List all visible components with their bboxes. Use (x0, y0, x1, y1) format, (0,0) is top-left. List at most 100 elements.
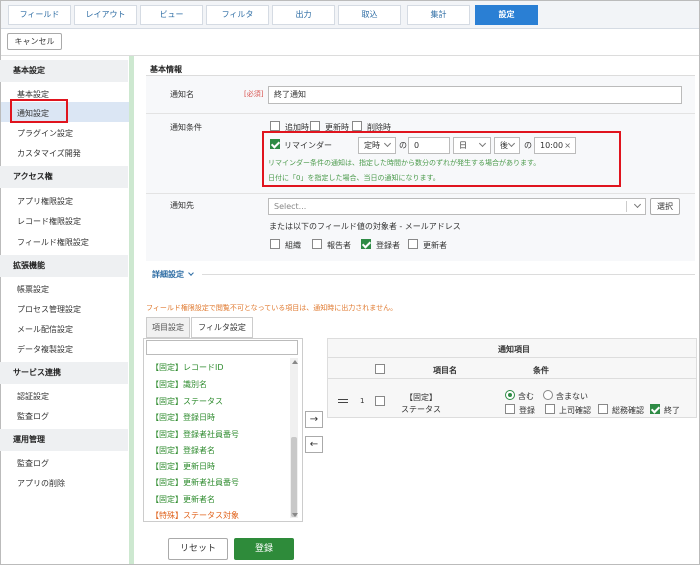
list-item[interactable]: 【固定】レコードID (151, 362, 224, 373)
status-done-checkbox[interactable] (650, 404, 660, 414)
tab-view[interactable]: ビュー (140, 5, 203, 25)
dest-creator-checkbox[interactable] (361, 239, 371, 249)
status-registered-checkbox[interactable] (505, 404, 515, 414)
cond-add-checkbox[interactable] (270, 121, 280, 131)
sidebar-item-data-copy[interactable]: データ複製設定 (17, 344, 73, 355)
list-item[interactable]: 【特殊】ステータス対象 (151, 510, 239, 521)
sidebar-item-audit-log-1[interactable]: 監査ログ (17, 411, 49, 422)
scroll-thumb[interactable] (291, 437, 297, 517)
status-admin-check-checkbox[interactable] (598, 404, 608, 414)
reset-button[interactable]: リセット (168, 538, 228, 560)
chevron-down-icon (187, 270, 194, 276)
name-label: 通知名 (170, 90, 194, 99)
status-done-label: 終了 (664, 406, 680, 415)
destination-select[interactable]: Select... (268, 198, 646, 215)
tab-filter-settings[interactable]: フィルタ設定 (191, 317, 253, 338)
sidebar-item-forms[interactable]: 帳票設定 (17, 284, 49, 295)
tab-aggregate[interactable]: 集計 (407, 5, 470, 25)
list-item[interactable]: 【固定】ステータス (151, 396, 223, 407)
sidebar-item-app-delete[interactable]: アプリの削除 (17, 478, 65, 489)
move-left-button[interactable]: ← (305, 436, 323, 453)
row-number: 1 (360, 397, 365, 405)
tab-fields[interactable]: フィールド (8, 5, 71, 25)
select-separator (626, 201, 627, 212)
status-boss-check-checkbox[interactable] (545, 404, 555, 414)
tab-export[interactable]: 出力 (272, 5, 335, 25)
list-item[interactable]: 【固定】更新日時 (151, 461, 215, 472)
cond-delete-checkbox[interactable] (352, 121, 362, 131)
include-radio[interactable] (505, 390, 515, 400)
sidebar-section-operations: 運用管理 (0, 429, 128, 451)
advanced-settings-toggle[interactable]: 詳細設定 (152, 269, 194, 280)
condition-label: 通知条件 (170, 123, 202, 132)
status-registered-label: 登録 (519, 406, 535, 415)
sidebar-item-mail-delivery[interactable]: メール配信設定 (17, 324, 73, 335)
sidebar-item-auth[interactable]: 認証設定 (17, 391, 49, 402)
dest-reporter-label: 報告者 (327, 241, 351, 250)
sidebar-item-field-permission[interactable]: フィールド権限設定 (17, 237, 89, 248)
sidebar-edge (129, 56, 134, 564)
move-right-button[interactable]: → (305, 411, 323, 428)
sidebar-section-extensions: 拡張機能 (0, 255, 128, 277)
highlight-box-reminder (262, 131, 621, 187)
list-item[interactable]: 【固定】識別名 (151, 379, 207, 390)
include-label: 含む (518, 392, 534, 401)
tab-import[interactable]: 取込 (338, 5, 401, 25)
col-header-name: 項目名 (433, 366, 457, 375)
chevron-down-icon (633, 200, 642, 209)
required-badge: [必須] (244, 90, 264, 98)
sidebar-section-service: サービス連携 (0, 362, 128, 384)
permission-note: フィールド権限設定で閲覧不可となっている項目は、通知時に出力されません。 (146, 304, 398, 312)
destination-field-text: または以下のフィールド値の対象者 - メールアドレス (269, 222, 461, 231)
advanced-divider (202, 274, 695, 275)
dest-creator-label: 登録者 (376, 241, 400, 250)
cond-update-checkbox[interactable] (310, 121, 320, 131)
select-all-checkbox[interactable] (375, 364, 385, 374)
col-header-condition: 条件 (533, 366, 549, 375)
list-item[interactable]: 【固定】登録者社員番号 (151, 429, 239, 440)
sidebar-item-audit-log-2[interactable]: 監査ログ (17, 458, 49, 469)
section-title: 基本情報 (150, 65, 182, 74)
sidebar-item-plugin-settings[interactable]: プラグイン設定 (17, 128, 73, 139)
tab-settings[interactable]: 設定 (475, 5, 538, 25)
sidebar-item-app-permission[interactable]: アプリ権限設定 (17, 196, 73, 207)
list-item[interactable]: 【固定】更新者名 (151, 494, 215, 505)
exclude-radio[interactable] (543, 390, 553, 400)
dest-org-label: 組織 (285, 241, 301, 250)
drag-handle-icon[interactable] (338, 399, 348, 400)
tab-layout[interactable]: レイアウト (74, 5, 137, 25)
destination-select-button[interactable]: 選択 (650, 198, 680, 215)
register-button[interactable]: 登録 (234, 538, 294, 560)
row-checkbox[interactable] (375, 396, 385, 406)
sidebar-item-record-permission[interactable]: レコード権限設定 (17, 216, 81, 227)
tab-item-settings[interactable]: 項目設定 (146, 317, 190, 338)
cancel-button[interactable]: キャンセル (7, 33, 62, 50)
status-boss-check-label: 上司確認 (559, 406, 591, 415)
row-name: ステータス (401, 405, 441, 414)
table-header-divider (327, 378, 697, 379)
row-divider (146, 113, 695, 114)
field-search-input[interactable] (146, 340, 298, 355)
status-admin-check-label: 総務確認 (612, 406, 644, 415)
dest-org-checkbox[interactable] (270, 239, 280, 249)
tab-filter[interactable]: フィルタ (206, 5, 269, 25)
notify-table-title: 通知項目 (498, 345, 530, 354)
list-item[interactable]: 【固定】登録者名 (151, 445, 215, 456)
sidebar-section-access: アクセス権 (0, 166, 128, 188)
sidebar-item-customize-dev[interactable]: カスタマイズ開発 (17, 148, 81, 159)
destination-label: 通知先 (170, 201, 194, 210)
scroll-up-icon[interactable] (292, 360, 298, 364)
drag-handle-icon[interactable] (338, 402, 348, 403)
advanced-label: 詳細設定 (152, 270, 184, 279)
dest-reporter-checkbox[interactable] (312, 239, 322, 249)
row-name-prefix: 【固定】 (405, 393, 437, 402)
sidebar-item-process[interactable]: プロセス管理設定 (17, 304, 81, 315)
tab-bar: フィールド レイアウト ビュー フィルタ 出力 取込 集計 設定 (1, 1, 699, 29)
notification-name-input[interactable]: 終了通知 (268, 86, 682, 104)
dest-updater-checkbox[interactable] (408, 239, 418, 249)
table-header-divider (327, 357, 697, 358)
destination-placeholder: Select... (274, 202, 307, 211)
list-item[interactable]: 【固定】更新者社員番号 (151, 477, 239, 488)
list-item[interactable]: 【固定】登録日時 (151, 412, 215, 423)
scroll-down-icon[interactable] (292, 513, 298, 517)
